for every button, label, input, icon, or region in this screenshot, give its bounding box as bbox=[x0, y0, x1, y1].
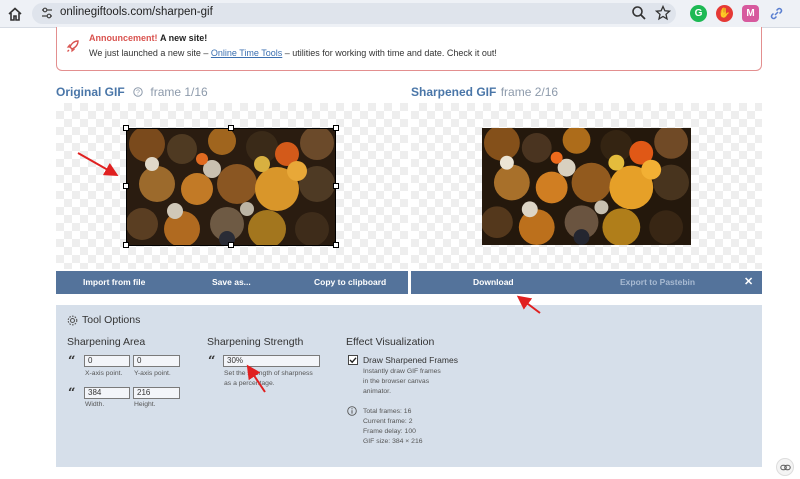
original-actions-bar: Import from file Save as... Copy to clip… bbox=[56, 271, 408, 294]
y-axis-input[interactable]: 0 bbox=[133, 355, 180, 367]
effect-visualization-title: Effect Visualization bbox=[346, 336, 435, 348]
announcement-text-before: We just launched a new site – bbox=[89, 48, 211, 58]
url-text[interactable]: onlinegiftools.com/sharpen-gif bbox=[60, 6, 213, 18]
crop-handle-top-left[interactable] bbox=[123, 125, 129, 131]
height-input[interactable]: 216 bbox=[133, 387, 180, 399]
download-button[interactable]: Download bbox=[473, 277, 514, 287]
bookmark-star-icon[interactable] bbox=[655, 5, 671, 21]
announcement-text: We just launched a new site – Online Tim… bbox=[89, 48, 497, 58]
link-icon bbox=[780, 464, 791, 471]
sharpened-frame-counter: frame 2/16 bbox=[500, 85, 559, 99]
announcement-title: Announcement! A new site! bbox=[89, 33, 207, 43]
copy-to-clipboard-button[interactable]: Copy to clipboard bbox=[314, 277, 386, 287]
sharpened-gif-title: Sharpened GIF bbox=[411, 85, 497, 99]
original-gif-heading: Original GIF ? frame 1/16 bbox=[56, 85, 208, 99]
sharpened-gif-image bbox=[482, 128, 691, 245]
frame-delay-info: Frame delay: 100 bbox=[363, 428, 416, 435]
quote-icon: “ bbox=[68, 354, 76, 369]
save-as-button[interactable]: Save as... bbox=[212, 277, 251, 287]
extension-hand-icon[interactable]: ✋ bbox=[716, 5, 733, 22]
crop-handle-bottom[interactable] bbox=[228, 242, 234, 248]
crop-handle-right[interactable] bbox=[333, 183, 339, 189]
effect-description-line1: Instantly draw GIF frames bbox=[363, 368, 441, 375]
width-label: Width. bbox=[85, 401, 105, 408]
announcement-label: Announcement! bbox=[89, 33, 158, 43]
svg-text:?: ? bbox=[136, 90, 140, 97]
original-gif-image[interactable] bbox=[126, 128, 336, 246]
crop-handle-bottom-right[interactable] bbox=[333, 242, 339, 248]
site-settings-icon[interactable] bbox=[40, 6, 54, 20]
current-frame-info: Current frame: 2 bbox=[363, 418, 413, 425]
gif-size-info: GIF size: 384 × 216 bbox=[363, 438, 423, 445]
draw-frames-label[interactable]: Draw Sharpened Frames bbox=[363, 355, 458, 365]
sharpened-actions-bar: Download Export to Pastebin ✕ bbox=[411, 271, 762, 294]
rocket-icon bbox=[66, 40, 79, 53]
link-extension-icon[interactable] bbox=[768, 5, 785, 22]
online-time-tools-link[interactable]: Online Time Tools bbox=[211, 48, 282, 58]
sharpened-gif-heading: Sharpened GIF frame 2/16 bbox=[411, 85, 558, 99]
strength-description-line2: as a percentage. bbox=[224, 380, 275, 387]
grammarly-extension-icon[interactable]: G bbox=[690, 5, 707, 22]
original-frame-counter: frame 1/16 bbox=[150, 85, 208, 99]
sharpening-strength-title: Sharpening Strength bbox=[207, 336, 304, 348]
x-axis-label: X-axis point. bbox=[85, 370, 123, 377]
original-gif-title: Original GIF bbox=[56, 85, 125, 99]
strength-description-line1: Set the strength of sharpness bbox=[224, 370, 313, 377]
tool-options-title: Tool Options bbox=[82, 314, 141, 326]
x-axis-input[interactable]: 0 bbox=[84, 355, 130, 367]
quote-icon: “ bbox=[68, 386, 76, 401]
effect-description-line2: in the browser canvas bbox=[363, 378, 430, 385]
home-icon[interactable] bbox=[6, 5, 24, 23]
export-to-pastebin-button[interactable]: Export to Pastebin bbox=[620, 277, 695, 287]
import-from-file-button[interactable]: Import from file bbox=[83, 277, 145, 287]
announcement-subtitle: A new site! bbox=[160, 33, 208, 43]
total-frames-info: Total frames: 16 bbox=[363, 408, 412, 415]
gear-icon bbox=[67, 315, 78, 326]
sharpening-area-title: Sharpening Area bbox=[67, 336, 146, 348]
extension-mail-icon[interactable]: M bbox=[742, 5, 759, 22]
browser-toolbar: onlinegiftools.com/sharpen-gif G ✋ M bbox=[0, 0, 800, 28]
floating-link-button[interactable] bbox=[776, 458, 794, 476]
info-icon bbox=[347, 406, 357, 416]
crop-handle-left[interactable] bbox=[123, 183, 129, 189]
crop-handle-top-right[interactable] bbox=[333, 125, 339, 131]
crop-handle-top[interactable] bbox=[228, 125, 234, 131]
search-icon[interactable] bbox=[631, 5, 647, 21]
quote-icon: “ bbox=[208, 354, 216, 369]
announcement-text-after: – utilities for working with time and da… bbox=[282, 48, 497, 58]
width-input[interactable]: 384 bbox=[84, 387, 130, 399]
sharpening-strength-input[interactable]: 30% bbox=[223, 355, 320, 367]
close-icon[interactable]: ✕ bbox=[744, 275, 753, 288]
draw-frames-checkbox[interactable] bbox=[348, 355, 358, 365]
crop-handle-bottom-left[interactable] bbox=[123, 242, 129, 248]
y-axis-label: Y-axis point. bbox=[134, 370, 171, 377]
effect-description-line3: animator. bbox=[363, 388, 391, 395]
height-label: Height. bbox=[134, 401, 156, 408]
help-icon[interactable]: ? bbox=[133, 87, 143, 97]
